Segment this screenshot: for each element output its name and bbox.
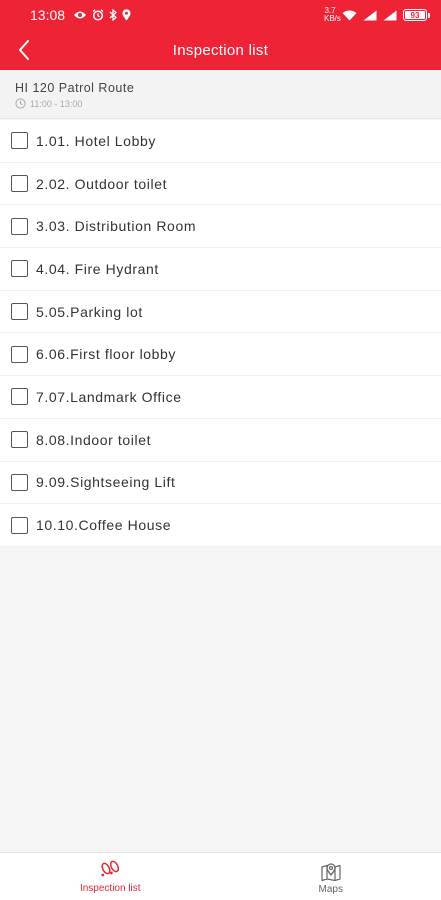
item-label: 2.02. Outdoor toilet (36, 175, 168, 192)
tab-inspection-list[interactable]: Inspection list (0, 853, 221, 900)
list-item[interactable]: 4.04. Fire Hydrant (0, 248, 441, 291)
checkbox[interactable] (11, 345, 28, 363)
footprints-icon (101, 860, 120, 876)
list-item[interactable]: 9.09.Sightseeing Lift (0, 462, 441, 505)
list-item[interactable]: 5.05.Parking lot (0, 291, 441, 334)
location-icon (122, 9, 131, 21)
clock-icon (15, 98, 26, 109)
eye-icon (73, 10, 87, 20)
item-label: 6.06.First floor lobby (36, 346, 177, 363)
nav-bar: Inspection list (0, 30, 441, 70)
list-item[interactable]: 2.02. Outdoor toilet (0, 163, 441, 206)
checkbox[interactable] (11, 516, 28, 534)
item-label: 1.01. Hotel Lobby (36, 132, 156, 149)
list-item[interactable]: 6.06.First floor lobby (0, 333, 441, 377)
status-time: 13:08 (30, 7, 66, 23)
battery-icon: 93 (403, 9, 430, 21)
status-right: 3.7 KB/s 93 (324, 7, 430, 23)
checkbox[interactable] (11, 388, 28, 406)
bluetooth-icon (109, 9, 118, 21)
route-info: HI 120 Patrol Route 11:00 - 13:00 (0, 70, 441, 119)
map-pin-icon (321, 862, 341, 881)
checkbox[interactable] (11, 132, 28, 150)
checkbox[interactable] (11, 260, 28, 278)
list-item[interactable]: 3.03. Distribution Room (0, 205, 441, 249)
route-name: HI 120 Patrol Route (15, 81, 135, 95)
network-speed: 3.7 KB/s (324, 7, 341, 23)
item-label: 7.07.Landmark Office (36, 388, 182, 405)
item-label: 4.04. Fire Hydrant (36, 260, 159, 277)
checkbox[interactable] (11, 303, 28, 321)
checkbox[interactable] (11, 473, 28, 491)
route-time-row: 11:00 - 13:00 (15, 98, 441, 109)
chevron-left-icon (19, 40, 29, 60)
item-label: 8.08.Indoor toilet (36, 431, 152, 448)
item-label: 3.03. Distribution Room (36, 218, 197, 235)
item-label: 9.09.Sightseeing Lift (36, 474, 176, 491)
inspection-list: 1.01. Hotel Lobby 2.02. Outdoor toilet 3… (0, 120, 441, 547)
network-speed-unit: KB/s (324, 14, 341, 23)
item-label: 10.10.Coffee House (36, 517, 172, 534)
signal-icon-2 (383, 10, 397, 21)
alarm-icon (92, 9, 104, 21)
wifi-icon (342, 10, 357, 21)
list-item[interactable]: 7.07.Landmark Office (0, 376, 441, 419)
list-item[interactable]: 10.10.Coffee House (0, 504, 441, 547)
tab-maps[interactable]: Maps (221, 853, 441, 900)
signal-icon (363, 10, 377, 21)
bottom-nav: Inspection list Maps (0, 852, 441, 900)
checkbox[interactable] (11, 175, 28, 193)
tab-label: Maps (318, 883, 343, 895)
battery-level: 93 (410, 10, 420, 20)
tab-label: Inspection list (79, 882, 141, 894)
status-bar: 13:08 3.7 KB/s 93 (0, 0, 441, 30)
list-item[interactable]: 1.01. Hotel Lobby (0, 120, 441, 163)
list-item[interactable]: 8.08.Indoor toilet (0, 419, 441, 462)
status-left: 13:08 (30, 7, 131, 23)
back-button[interactable] (8, 34, 40, 66)
route-time-range: 11:00 - 13:00 (30, 98, 83, 109)
item-label: 5.05.Parking lot (36, 303, 143, 320)
checkbox[interactable] (11, 217, 28, 235)
checkbox[interactable] (11, 431, 28, 449)
page-title: Inspection list (172, 41, 269, 59)
app-header: 13:08 3.7 KB/s 93 Inspection list (0, 0, 441, 70)
